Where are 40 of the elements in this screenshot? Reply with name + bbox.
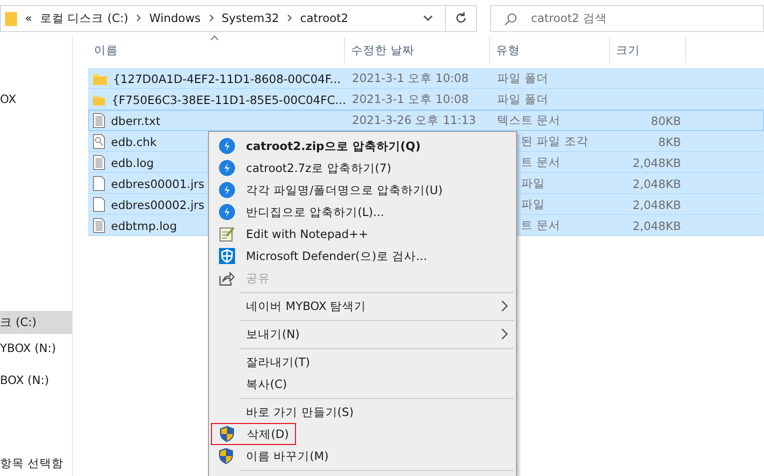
type-cell-text: 트 문서 (520, 217, 562, 234)
menu-item-label: catroot2.7z로 압축하기(7) (246, 160, 392, 176)
type-cell-text: 파일 폴더 (496, 91, 550, 108)
date-cell-text: 2021-3-1 오후 10:08 (351, 70, 470, 87)
size-cell-text: 80KB (650, 112, 682, 130)
menu-item-label: 잘라내기(T) (246, 354, 310, 370)
type-cell-text: 텍스트 문서 (496, 112, 562, 129)
file-name: edbres00002.jrs (111, 198, 204, 212)
menu-item-label: Edit with Notepad++ (246, 227, 368, 241)
size-cell-text: 2,048KB (632, 154, 682, 172)
file-name: edb.log (111, 156, 154, 170)
menu-item-label: 삭제(D) (247, 426, 289, 442)
menu-item-label: 네이버 MYBOX 탐색기 (246, 298, 366, 314)
menu-item-label: 반디집으로 압축하기(L)... (246, 204, 384, 220)
file-name: dberr.txt (111, 114, 160, 128)
size-cell-text: 2,048KB (632, 176, 682, 192)
file-name: edb.chk (111, 134, 157, 148)
menu-item-label: 공유 (246, 270, 270, 286)
date-cell-text: 2021-3-26 오후 11:13 (351, 112, 477, 129)
type-cell-text: 된 파일 조각 (520, 133, 590, 150)
size-cell-text: 2,048KB (632, 196, 682, 214)
size-cell-text: 2,048KB (632, 218, 682, 234)
type-cell-text: 파일 (520, 175, 546, 192)
menu-item-label: 복사(C) (246, 376, 288, 392)
file-name: edbres00001.jrs (111, 176, 204, 190)
type-cell-text: 트 문서 (520, 154, 562, 171)
menu-item-label: Microsoft Defender(으)로 검사... (246, 248, 428, 264)
menu-item-label: 각각 파일명/폴더명으로 압축하기(U) (246, 182, 443, 198)
status-text: 항목 선택함 (0, 454, 65, 472)
file-name: {F750E6C3-38EE-11D1-85E5-00C04FC... (111, 92, 346, 106)
size-cell-text: 8KB (657, 134, 682, 150)
date-cell-text: 2021-3-1 오후 10:08 (351, 91, 470, 108)
file-name: edbtmp.log (111, 218, 177, 232)
type-cell-text: 파일 폴더 (496, 70, 550, 87)
menu-item-label: 이름 바꾸기(M) (246, 448, 329, 464)
menu-item-label: catroot2.zip으로 압축하기(Q) (246, 138, 421, 154)
type-cell-text: 파일 (520, 196, 546, 213)
file-name: {127D0A1D-4EF2-11D1-8608-00C04F... (113, 72, 341, 86)
menu-item-label: 바로 가기 만들기(S) (246, 404, 354, 420)
menu-item-label: 보내기(N) (246, 326, 300, 342)
